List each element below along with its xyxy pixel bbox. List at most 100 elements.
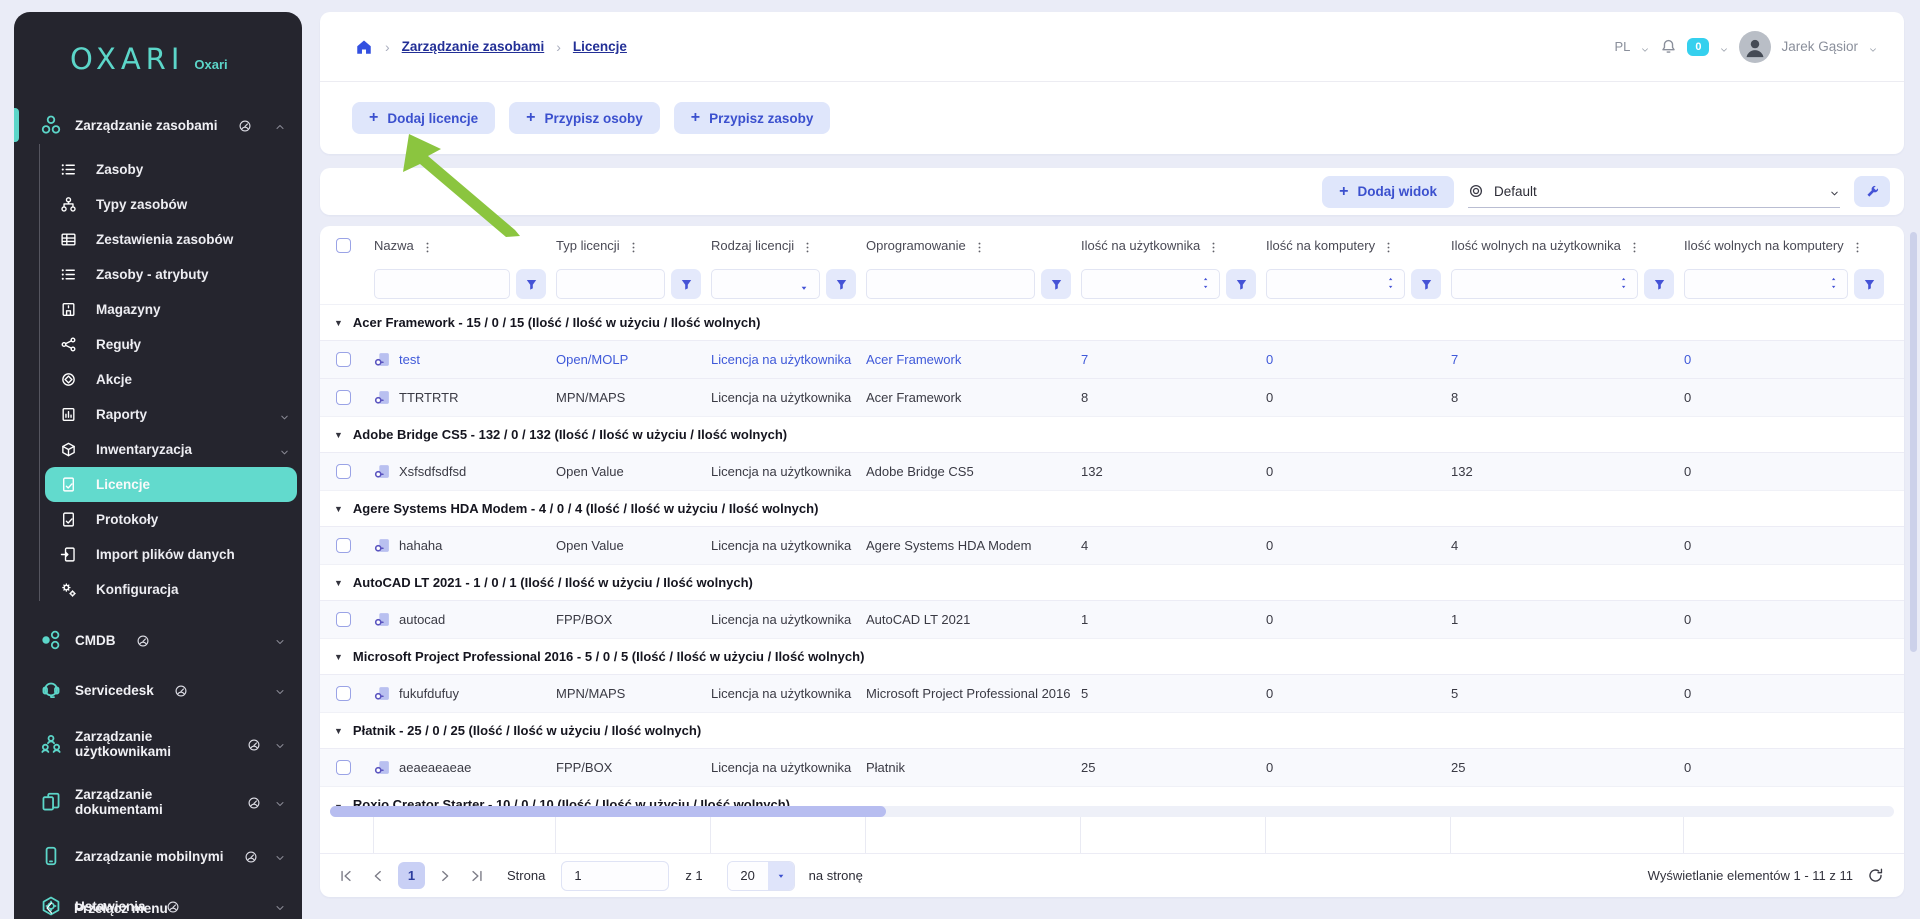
collapse-arrow-icon[interactable]: ▼: [334, 318, 343, 328]
row-checkbox[interactable]: [336, 464, 351, 479]
sidebar-item-licencje[interactable]: Licencje: [45, 467, 297, 502]
sidebar-item-typy-zasobow[interactable]: Typy zasobów: [14, 187, 302, 222]
license-name-cell[interactable]: test: [374, 351, 556, 368]
sidebar-item-reguly[interactable]: Reguły: [14, 327, 302, 362]
number-spinner[interactable]: [1387, 277, 1396, 292]
filter-button[interactable]: [1226, 269, 1256, 299]
filter-button[interactable]: [516, 269, 546, 299]
sidebar-item-cmdb[interactable]: CMDB: [14, 615, 302, 665]
sidebar-item-zestawienia-zasobow[interactable]: Zestawienia zasobów: [14, 222, 302, 257]
collapse-arrow-icon[interactable]: ▼: [334, 578, 343, 588]
vertical-scrollbar-thumb[interactable]: [1910, 232, 1917, 652]
license-name-cell[interactable]: fukufdufuy: [374, 685, 556, 702]
breadcrumb-link-zarzadzanie-zasobami[interactable]: Zarządzanie zasobami: [402, 39, 545, 54]
table-row[interactable]: autocadFPP/BOXLicencja na użytkownikaAut…: [320, 600, 1904, 638]
horizontal-scrollbar[interactable]: [330, 806, 1894, 817]
license-name-cell[interactable]: autocad: [374, 611, 556, 628]
table-row[interactable]: TTRTRTRMPN/MAPSLicencja na użytkownikaAc…: [320, 378, 1904, 416]
group-header[interactable]: ▼Microsoft Project Professional 2016 - 5…: [320, 638, 1904, 674]
sidebar-item-protokoly[interactable]: Protokoły: [14, 502, 302, 537]
avatar[interactable]: [1739, 31, 1771, 63]
notification-badge[interactable]: 0: [1687, 38, 1709, 56]
table-row[interactable]: hahahaOpen ValueLicencja na użytkownikaA…: [320, 526, 1904, 564]
collapse-arrow-icon[interactable]: ▼: [334, 430, 343, 440]
chevron-down-icon[interactable]: [1868, 42, 1878, 52]
row-checkbox[interactable]: [336, 538, 351, 553]
view-selector[interactable]: Default: [1468, 176, 1840, 208]
sidebar-item-magazyny[interactable]: Magazyny: [14, 292, 302, 327]
page-number-button[interactable]: 1: [398, 862, 425, 889]
license-name-cell[interactable]: aeaeaeaeae: [374, 759, 556, 776]
column-menu-icon[interactable]: [1382, 239, 1395, 252]
chevron-down-icon[interactable]: [1719, 42, 1729, 52]
home-icon[interactable]: [355, 38, 373, 56]
sidebar-item-zarzadzanie-zasobami[interactable]: Zarządzanie zasobami: [14, 100, 302, 150]
collapse-arrow-icon[interactable]: ▼: [334, 504, 343, 514]
column-menu-icon[interactable]: [627, 239, 640, 252]
filter-button[interactable]: [1644, 269, 1674, 299]
row-checkbox[interactable]: [336, 352, 351, 367]
filter-input-typ-licencji[interactable]: [556, 269, 665, 299]
row-checkbox[interactable]: [336, 612, 351, 627]
column-menu-icon[interactable]: [973, 239, 986, 252]
bell-icon[interactable]: [1660, 38, 1677, 55]
row-checkbox[interactable]: [336, 686, 351, 701]
license-name-cell[interactable]: hahaha: [374, 537, 556, 554]
assign-assets-button[interactable]: +Przypisz zasoby: [674, 102, 831, 134]
number-spinner[interactable]: [1202, 277, 1211, 292]
language-selector[interactable]: PL: [1614, 39, 1630, 54]
sidebar-item-zarzadzanie-uzytkownikami[interactable]: Zarządzanie użytkownikami: [14, 715, 302, 773]
filter-input-ilosc-na-uzytkownika[interactable]: [1081, 269, 1220, 299]
filter-button[interactable]: [1411, 269, 1441, 299]
filter-button[interactable]: [671, 269, 701, 299]
refresh-icon[interactable]: [1867, 867, 1884, 884]
sidebar-item-import-plikow-danych[interactable]: Import plików danych: [14, 537, 302, 572]
collapse-arrow-icon[interactable]: ▼: [334, 726, 343, 736]
group-header[interactable]: ▼Agere Systems HDA Modem - 4 / 0 / 4 (Il…: [320, 490, 1904, 526]
group-header-truncated[interactable]: ▼ Roxio Creator Starter - 10 / 0 / 10 (I…: [320, 786, 1904, 806]
last-page-button[interactable]: [465, 864, 489, 888]
horizontal-scrollbar-thumb[interactable]: [330, 806, 886, 817]
user-name[interactable]: Jarek Gąsior: [1781, 39, 1858, 54]
table-row[interactable]: XsfsdfsdfsdOpen ValueLicencja na użytkow…: [320, 452, 1904, 490]
assign-people-button[interactable]: +Przypisz osoby: [509, 102, 660, 134]
filter-button[interactable]: [826, 269, 856, 299]
group-header[interactable]: ▼AutoCAD LT 2021 - 1 / 0 / 1 (Ilość / Il…: [320, 564, 1904, 600]
filter-input-rodzaj-licencji[interactable]: [711, 269, 820, 299]
sidebar-item-konfiguracja[interactable]: Konfiguracja: [14, 572, 302, 607]
filter-input-nazwa[interactable]: [374, 269, 510, 299]
filter-input-oprogramowanie[interactable]: [866, 269, 1035, 299]
filter-input-ilosc-wolnych-na-uzytkownika[interactable]: [1451, 269, 1638, 299]
view-settings-button[interactable]: [1854, 176, 1890, 207]
group-header[interactable]: ▼Acer Framework - 15 / 0 / 15 (Ilość / I…: [320, 304, 1904, 340]
select-all-checkbox[interactable]: [336, 238, 351, 253]
column-menu-icon[interactable]: [1851, 239, 1864, 252]
row-checkbox[interactable]: [336, 760, 351, 775]
sidebar-toggle-menu[interactable]: Przełącz menu: [14, 888, 302, 919]
page-input[interactable]: 1: [561, 861, 669, 891]
table-row[interactable]: fukufdufuyMPN/MAPSLicencja na użytkownik…: [320, 674, 1904, 712]
row-checkbox[interactable]: [336, 390, 351, 405]
sidebar-item-servicedesk[interactable]: Servicedesk: [14, 665, 302, 715]
add-view-button[interactable]: +Dodaj widok: [1322, 176, 1454, 208]
license-name-cell[interactable]: TTRTRTR: [374, 389, 556, 406]
previous-page-button[interactable]: [366, 864, 390, 888]
sidebar-item-zasoby-atrybuty[interactable]: Zasoby - atrybuty: [14, 257, 302, 292]
sidebar-item-zarzadzanie-mobilnymi[interactable]: Zarządzanie mobilnymi: [14, 831, 302, 881]
per-page-select[interactable]: 20: [727, 861, 795, 891]
sidebar-item-zarzadzanie-dokumentami[interactable]: Zarządzanie dokumentami: [14, 773, 302, 831]
sidebar-item-inwentaryzacja[interactable]: Inwentaryzacja: [14, 432, 302, 467]
group-header[interactable]: ▼Adobe Bridge CS5 - 132 / 0 / 132 (Ilość…: [320, 416, 1904, 452]
number-spinner[interactable]: [1830, 277, 1839, 292]
table-row[interactable]: aeaeaeaeaeFPP/BOXLicencja na użytkownika…: [320, 748, 1904, 786]
sidebar-item-raporty[interactable]: Raporty: [14, 397, 302, 432]
column-menu-icon[interactable]: [801, 239, 814, 252]
license-name-cell[interactable]: Xsfsdfsdfsd: [374, 463, 556, 480]
column-menu-icon[interactable]: [1628, 239, 1641, 252]
add-license-button[interactable]: +Dodaj licencje: [352, 102, 495, 134]
column-menu-icon[interactable]: [1207, 239, 1220, 252]
filter-button[interactable]: [1041, 269, 1071, 299]
group-header[interactable]: ▼Płatnik - 25 / 0 / 25 (Ilość / Ilość w …: [320, 712, 1904, 748]
collapse-arrow-icon[interactable]: ▼: [334, 652, 343, 662]
sidebar-item-akcje[interactable]: Akcje: [14, 362, 302, 397]
